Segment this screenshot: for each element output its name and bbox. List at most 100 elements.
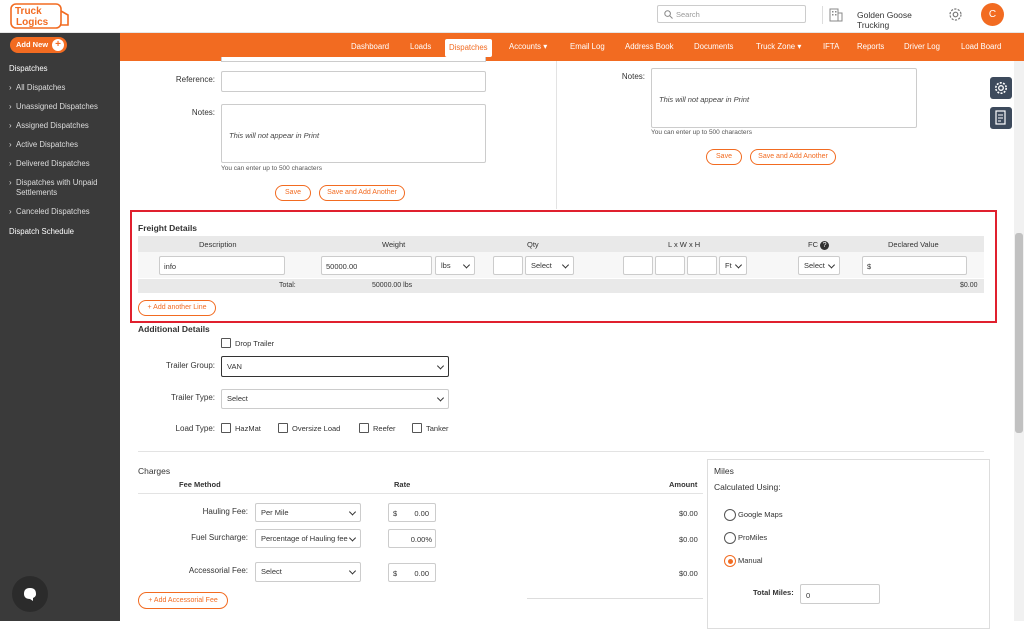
qty-input[interactable] — [493, 256, 523, 275]
freight-details-title: Freight Details — [138, 223, 198, 233]
save-button-right[interactable]: Save — [706, 149, 742, 165]
notes-panel-button[interactable] — [990, 107, 1012, 129]
nav-truck-zone[interactable]: Truck Zone ▾ — [752, 33, 805, 61]
accessorial-fee-method-select[interactable]: Select — [255, 562, 361, 582]
sidebar-item-canceled-dispatches[interactable]: › Canceled Dispatches — [0, 207, 120, 216]
scrollbar-thumb[interactable] — [1015, 233, 1023, 433]
add-another-line-button[interactable]: + Add another Line — [138, 300, 216, 316]
width-input[interactable] — [655, 256, 685, 275]
nav-dispatches[interactable]: Dispatches — [445, 39, 492, 57]
freight-total-row — [138, 279, 984, 293]
fc-select[interactable]: Select — [798, 256, 840, 275]
google-maps-radio[interactable] — [724, 509, 736, 521]
declared-value-input[interactable]: $ — [862, 256, 967, 275]
notes-textarea[interactable]: This will not appear in Print — [221, 104, 486, 163]
add-new-button[interactable]: Add New + — [10, 37, 67, 53]
save-button[interactable]: Save — [275, 185, 311, 201]
fuel-surcharge-amount: $0.00 — [679, 535, 698, 544]
notes-textarea-right[interactable]: This will not appear in Print — [651, 68, 917, 128]
reefer-checkbox[interactable] — [359, 423, 369, 433]
hazmat-checkbox[interactable] — [221, 423, 231, 433]
settings-gear-icon[interactable] — [948, 7, 963, 22]
user-avatar[interactable]: C — [981, 3, 1004, 26]
length-input[interactable] — [623, 256, 653, 275]
oversize-load-checkbox[interactable] — [278, 423, 288, 433]
hauling-fee-method-select[interactable]: Per Mile — [255, 503, 361, 522]
charges-title: Charges — [138, 466, 171, 476]
col-amount: Amount — [669, 480, 698, 489]
nav-accounts[interactable]: Accounts ▾ — [505, 33, 551, 61]
dimension-unit-select[interactable]: Ft — [719, 256, 747, 275]
add-accessorial-fee-button[interactable]: + Add Accessorial Fee — [138, 592, 228, 609]
previous-field-edge — [221, 57, 486, 62]
weight-input[interactable]: 50000.00 — [321, 256, 432, 275]
promiles-radio[interactable] — [724, 532, 736, 544]
col-description: Description — [199, 240, 237, 249]
total-label: Total: — [279, 282, 296, 289]
charges-header-divider — [138, 493, 703, 494]
sidebar-item-all-dispatches[interactable]: › All Dispatches — [0, 83, 120, 92]
trailer-group-label: Trailer Group: — [165, 361, 215, 370]
hauling-fee-amount: $0.00 — [679, 509, 698, 518]
reference-input[interactable] — [221, 71, 486, 92]
svg-text:Truck: Truck — [15, 6, 42, 17]
total-weight: 50000.00 lbs — [372, 282, 413, 289]
calculated-using-label: Calculated Using: — [714, 482, 781, 492]
hauling-fee-rate-input[interactable]: $0.00 — [388, 503, 436, 522]
nav-email-log[interactable]: Email Log — [566, 33, 609, 61]
fuel-surcharge-rate-input[interactable]: 0.00% — [388, 529, 436, 548]
plus-icon: + — [147, 304, 152, 311]
manual-radio[interactable] — [724, 555, 736, 567]
chevron-down-icon: ▾ — [543, 42, 548, 51]
drop-trailer-checkbox[interactable] — [221, 338, 231, 348]
sidebar-item-delivered-dispatches[interactable]: › Delivered Dispatches — [0, 159, 120, 168]
freight-table-header — [138, 236, 984, 252]
col-declared-value: Declared Value — [888, 240, 939, 249]
nav-reports[interactable]: Reports — [853, 33, 888, 61]
sidebar-item-assigned-dispatches[interactable]: › Assigned Dispatches — [0, 121, 120, 130]
sidebar-item-unpaid-settlements-line2: Settlements — [16, 188, 58, 197]
accessorial-fee-rate-input[interactable]: $0.00 — [388, 563, 436, 582]
col-dimensions: L x W x H — [668, 240, 701, 249]
settings-panel-button[interactable] — [990, 77, 1012, 99]
manual-label: Manual — [738, 556, 763, 565]
company-switcher[interactable]: Golden Goose Trucking — [822, 6, 940, 30]
trailer-group-select[interactable]: VAN — [221, 356, 449, 377]
tanker-label: Tanker — [426, 424, 449, 433]
nav-address-book[interactable]: Address Book — [621, 33, 678, 61]
hazmat-label: HazMat — [235, 424, 261, 433]
sidebar-item-active-dispatches[interactable]: › Active Dispatches — [0, 140, 120, 149]
accessorial-fee-label: Accessorial Fee: — [188, 566, 248, 575]
fuel-surcharge-method-select[interactable]: Percentage of Hauling fee — [255, 529, 361, 548]
qty-unit-select[interactable]: Select — [525, 256, 574, 275]
oversize-load-label: Oversize Load — [292, 424, 341, 433]
description-input[interactable]: info — [159, 256, 285, 275]
notes-placeholder-right: This will not appear in Print — [659, 95, 750, 104]
save-and-add-another-button-right[interactable]: Save and Add Another — [750, 149, 836, 165]
sidebar-section-dispatches[interactable]: Dispatches — [0, 64, 120, 73]
drop-trailer-label: Drop Trailer — [235, 339, 275, 348]
nav-documents[interactable]: Documents — [690, 33, 737, 61]
col-fc: FC ? — [808, 240, 830, 250]
notes-label: Notes: — [191, 108, 215, 117]
help-icon[interactable]: ? — [820, 241, 830, 250]
tanker-checkbox[interactable] — [412, 423, 422, 433]
total-miles-input[interactable]: 0 — [800, 584, 880, 604]
weight-unit-select[interactable]: lbs — [435, 256, 475, 275]
height-input[interactable] — [687, 256, 717, 275]
col-qty: Qty — [527, 240, 539, 249]
search-input[interactable]: Search — [657, 5, 806, 23]
plus-icon: + — [52, 39, 64, 51]
miles-title: Miles — [714, 466, 734, 476]
nav-driver-log[interactable]: Driver Log — [900, 33, 944, 61]
truck-logics-logo[interactable]: Truck Logics — [10, 3, 70, 31]
nav-load-board[interactable]: Load Board — [957, 33, 1005, 61]
col-weight: Weight — [382, 240, 406, 249]
save-and-add-another-button[interactable]: Save and Add Another — [319, 185, 405, 201]
nav-ifta[interactable]: IFTA — [819, 33, 843, 61]
chat-widget-button[interactable] — [12, 576, 48, 612]
sidebar-item-unpaid-settlements[interactable]: › Dispatches with Unpaid — [0, 178, 120, 187]
sidebar-item-dispatch-schedule[interactable]: Dispatch Schedule — [0, 227, 120, 236]
sidebar-item-unassigned-dispatches[interactable]: › Unassigned Dispatches — [0, 102, 120, 111]
trailer-type-select[interactable]: Select — [221, 389, 449, 409]
